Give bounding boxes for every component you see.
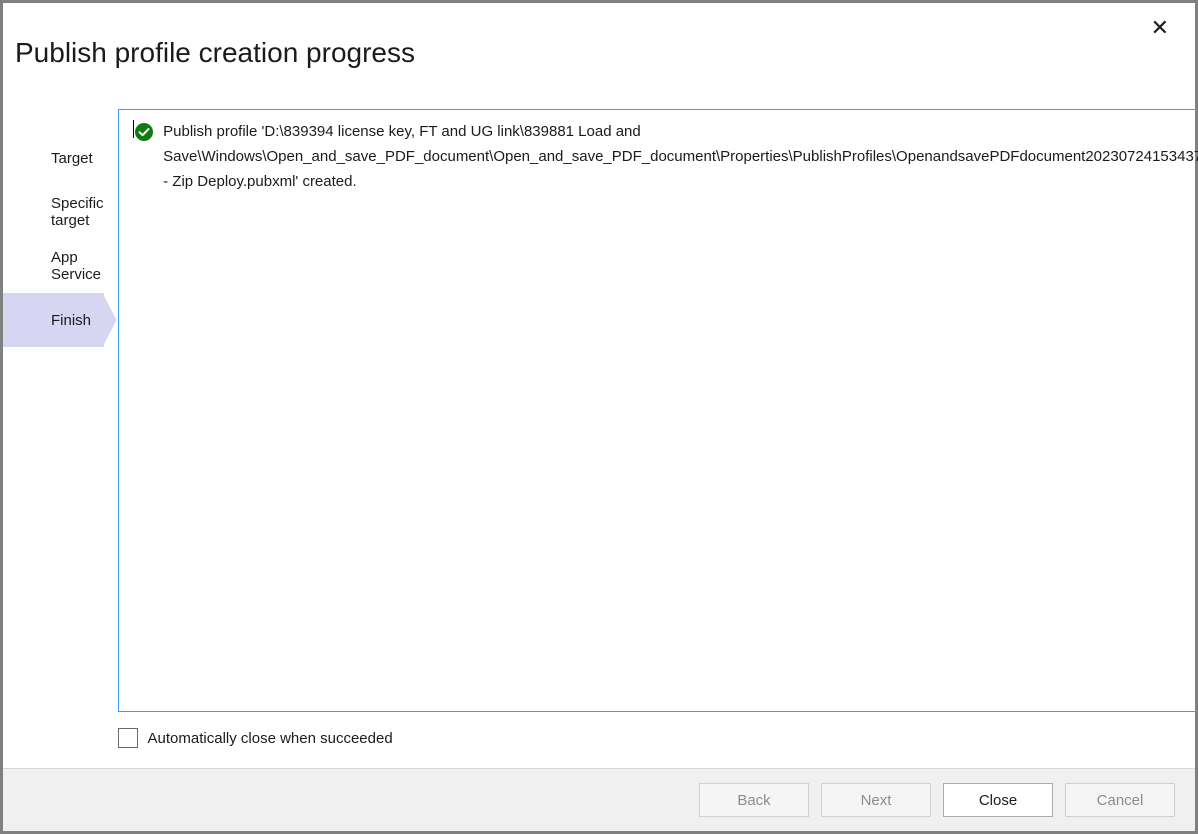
step-target[interactable]: Target [3,131,104,185]
log-message: Publish profile 'D:\839394 license key, … [163,120,1198,194]
success-check-icon [135,123,153,145]
step-label: Specific target [51,195,104,229]
dialog-window: ✕ Publish profile creation progress Targ… [3,3,1195,831]
close-icon[interactable]: ✕ [1143,11,1177,45]
wizard-steps-sidebar: Target Specific target App Service Finis… [3,109,104,768]
step-label: Finish [51,312,91,329]
auto-close-label: Automatically close when succeeded [148,730,393,747]
dialog-title: Publish profile creation progress [3,3,1195,69]
window-border: ✕ Publish profile creation progress Targ… [0,0,1198,834]
log-entry: Publish profile 'D:\839394 license key, … [133,120,1198,194]
content-area: Target Specific target App Service Finis… [3,69,1195,768]
step-label: Target [51,150,93,167]
auto-close-checkbox[interactable] [118,728,138,748]
cancel-button[interactable]: Cancel [1065,783,1175,817]
step-label: App Service [51,249,104,283]
step-finish[interactable]: Finish [3,293,104,347]
next-button[interactable]: Next [821,783,931,817]
back-button[interactable]: Back [699,783,809,817]
close-button[interactable]: Close [943,783,1053,817]
dialog-footer: Back Next Close Cancel [3,768,1195,831]
step-specific-target[interactable]: Specific target [3,185,104,239]
text-cursor [133,120,134,138]
auto-close-row: Automatically close when succeeded [118,712,1198,768]
log-panel[interactable]: Publish profile 'D:\839394 license key, … [118,109,1198,712]
step-app-service[interactable]: App Service [3,239,104,293]
main-panel: Publish profile 'D:\839394 license key, … [104,109,1198,768]
